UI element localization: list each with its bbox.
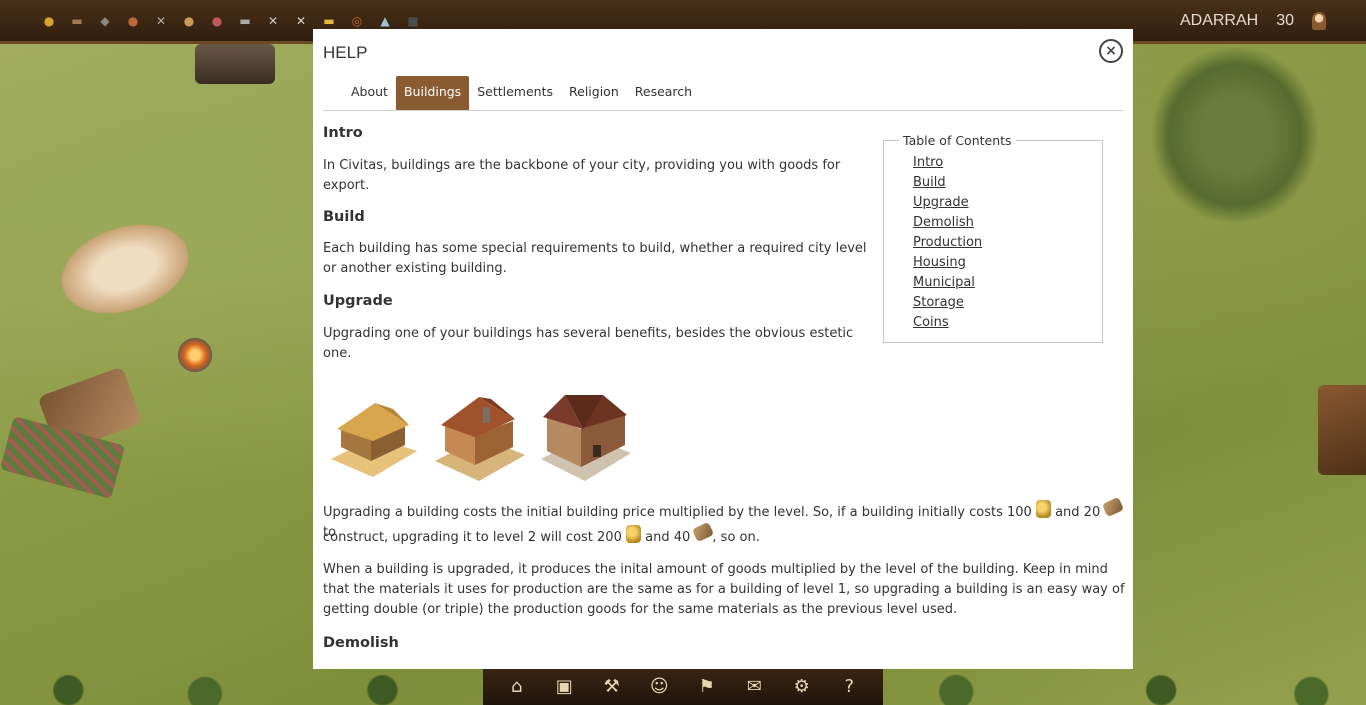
- warehouse-icon[interactable]: ▣: [549, 672, 579, 702]
- production-text: When a building is upgraded, it produces…: [323, 562, 1125, 617]
- player-info: ADARRAH 30: [1180, 12, 1326, 30]
- clay-icon[interactable]: ●: [124, 12, 142, 30]
- gold-coins-icon[interactable]: ●: [40, 12, 58, 30]
- water-icon[interactable]: ▲: [376, 12, 394, 30]
- section-heading-demolish: Demolish: [323, 635, 399, 651]
- tab-settlements[interactable]: Settlements: [469, 76, 561, 110]
- catapult-icon[interactable]: ⚙: [787, 672, 817, 702]
- toc-link-storage[interactable]: Storage: [913, 293, 1102, 313]
- cost-text-1a: Upgrading a building costs the initial b…: [323, 505, 1032, 520]
- toc-link-housing[interactable]: Housing: [913, 253, 1102, 273]
- scroll-icon[interactable]: ✉: [739, 672, 769, 702]
- cloth-icon[interactable]: ▬: [236, 12, 254, 30]
- building-level-2-image: [435, 397, 525, 481]
- building-upgrade-images: [323, 389, 635, 484]
- close-icon[interactable]: ×: [1099, 39, 1123, 63]
- player-name: ADARRAH: [1179, 12, 1259, 29]
- section-heading-intro: Intro: [323, 125, 363, 141]
- rope-icon[interactable]: ◎: [348, 12, 366, 30]
- wood-icon[interactable]: ▬: [68, 12, 86, 30]
- gold-bar-icon[interactable]: ▬: [320, 12, 338, 30]
- help-icon[interactable]: ?: [834, 672, 864, 702]
- resource-list: ● ▬ ◆ ● ✕ ● ● ▬ ✕ ✕ ▬ ◎ ▲ ■: [40, 12, 422, 30]
- cost-text-1b: and 20: [1055, 505, 1101, 520]
- toc-link-production[interactable]: Production: [913, 233, 1102, 253]
- wood-icon: [1102, 496, 1125, 518]
- toc-link-intro[interactable]: Intro: [913, 153, 1102, 173]
- gold-coins-icon: [625, 525, 641, 543]
- bread-icon[interactable]: ●: [180, 12, 198, 30]
- help-content: Intro In Civitas, buildings are the back…: [323, 125, 875, 364]
- help-tabs: About Buildings Settlements Religion Researc…: [343, 76, 700, 110]
- tab-research[interactable]: Research: [627, 76, 700, 110]
- cost-text-2b: and 40: [645, 530, 691, 545]
- building-level-1-image: [331, 403, 417, 477]
- tab-buildings[interactable]: Buildings: [395, 76, 470, 110]
- map-building-right[interactable]: [1318, 385, 1366, 475]
- toc-title: Table of Contents: [899, 133, 1016, 148]
- tab-about[interactable]: About: [343, 76, 396, 110]
- meat-icon[interactable]: ●: [208, 12, 226, 30]
- map-campfire[interactable]: [178, 338, 212, 372]
- intro-text: In Civitas, buildings are the backbone o…: [323, 158, 841, 193]
- section-heading-build: Build: [323, 209, 365, 225]
- map-bushes: [1150, 45, 1320, 225]
- toc-list: Intro Build Upgrade Demolish Production Housi…: [913, 153, 1102, 333]
- upgrade-cost-line-2: construct, upgrading it to level 2 will …: [323, 521, 1125, 548]
- upgrade-text: Upgrading one of your buildings has seve…: [323, 326, 854, 361]
- action-bar: ⌂ ▣ ⚒ ☺ ⚑ ✉ ⚙?: [483, 668, 883, 705]
- toc-link-municipal[interactable]: Municipal: [913, 273, 1102, 293]
- building-level-3-image: [541, 395, 631, 481]
- citizens-icon[interactable]: ☺: [644, 672, 674, 702]
- gold-coins-icon: [1035, 500, 1051, 518]
- hammer-icon[interactable]: ✕: [292, 12, 310, 30]
- house-icon[interactable]: ⌂: [502, 672, 532, 702]
- coal-icon[interactable]: ■: [404, 12, 422, 30]
- player-level: 30: [1276, 12, 1294, 29]
- swords-icon[interactable]: ✕: [264, 12, 282, 30]
- table-of-contents: Table of Contents Intro Build Upgrade Demol…: [883, 133, 1103, 343]
- map-plaza[interactable]: [50, 209, 200, 329]
- toc-link-demolish[interactable]: Demolish: [913, 213, 1102, 233]
- player-avatar-icon[interactable]: [1312, 12, 1326, 30]
- craft-icon[interactable]: ⚒: [597, 672, 627, 702]
- toc-link-coins[interactable]: Coins: [913, 313, 1102, 333]
- stone-icon[interactable]: ◆: [96, 12, 114, 30]
- tab-religion[interactable]: Religion: [561, 76, 627, 110]
- tools-icon[interactable]: ✕: [152, 12, 170, 30]
- tab-divider: [323, 110, 1123, 111]
- cost-text-2a: construct, upgrading it to level 2 will …: [323, 530, 622, 545]
- help-dialog: HELP × About Buildings Settlements Religion…: [313, 29, 1133, 669]
- toc-link-build[interactable]: Build: [913, 173, 1102, 193]
- section-heading-upgrade: Upgrade: [323, 293, 393, 309]
- dialog-title: HELP: [323, 43, 368, 62]
- toc-link-upgrade[interactable]: Upgrade: [913, 193, 1102, 213]
- map-building-top[interactable]: [195, 44, 275, 84]
- build-text: Each building has some special requireme…: [323, 241, 867, 276]
- banner-icon[interactable]: ⚑: [692, 672, 722, 702]
- cost-text-2c: , so on.: [712, 530, 760, 545]
